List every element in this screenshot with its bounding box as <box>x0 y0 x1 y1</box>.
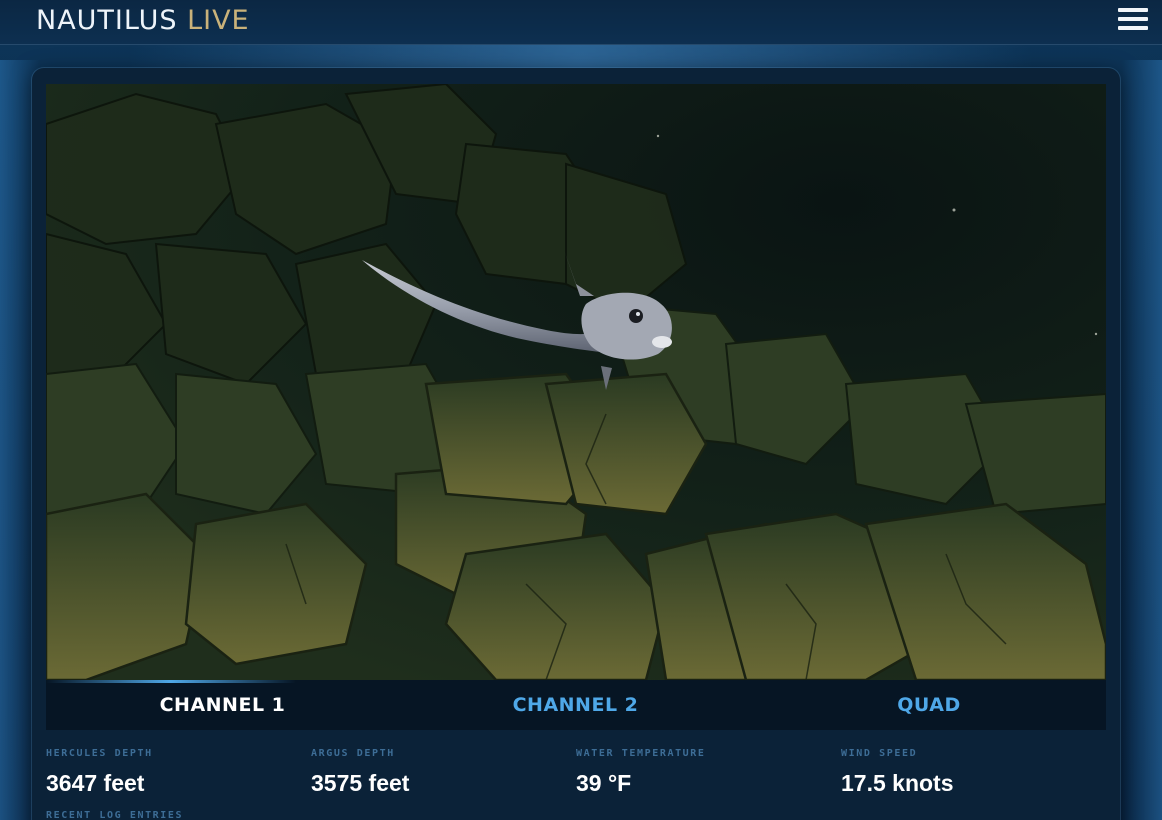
logo-accent-text: LIVE <box>187 5 250 36</box>
water-temperature-label: WATER TEMPERATURE <box>576 748 706 759</box>
page: NAUTILUS LIVE CHANNEL 1 CHANNEL 2 QUAD H… <box>0 0 1162 820</box>
tab-channel-2[interactable]: CHANNEL 2 <box>399 680 752 730</box>
recent-log-entries-heading: RECENT LOG ENTRIES <box>46 810 184 820</box>
video-frame-fish-image <box>46 84 1106 680</box>
argus-depth-label: ARGUS DEPTH <box>311 748 395 759</box>
tab-channel-1[interactable]: CHANNEL 1 <box>46 680 399 730</box>
hercules-depth-value: 3647 feet <box>46 770 145 796</box>
top-bar: NAUTILUS LIVE <box>0 0 1162 45</box>
wind-speed-value: 17.5 knots <box>841 770 954 796</box>
tab-quad[interactable]: QUAD <box>752 680 1106 730</box>
channel-tabs: CHANNEL 1 CHANNEL 2 QUAD <box>46 680 1106 730</box>
logo-main-text: NAUTILUS <box>36 5 178 36</box>
site-logo[interactable]: NAUTILUS LIVE <box>36 5 250 36</box>
hercules-depth-label: HERCULES DEPTH <box>46 748 153 759</box>
video-player[interactable] <box>46 84 1106 680</box>
water-temperature-value: 39 °F <box>576 770 632 796</box>
background-glow-right <box>1122 60 1162 820</box>
wind-speed-label: WIND SPEED <box>841 748 918 759</box>
hamburger-menu-icon[interactable] <box>1118 8 1148 34</box>
argus-depth-value: 3575 feet <box>311 770 410 796</box>
